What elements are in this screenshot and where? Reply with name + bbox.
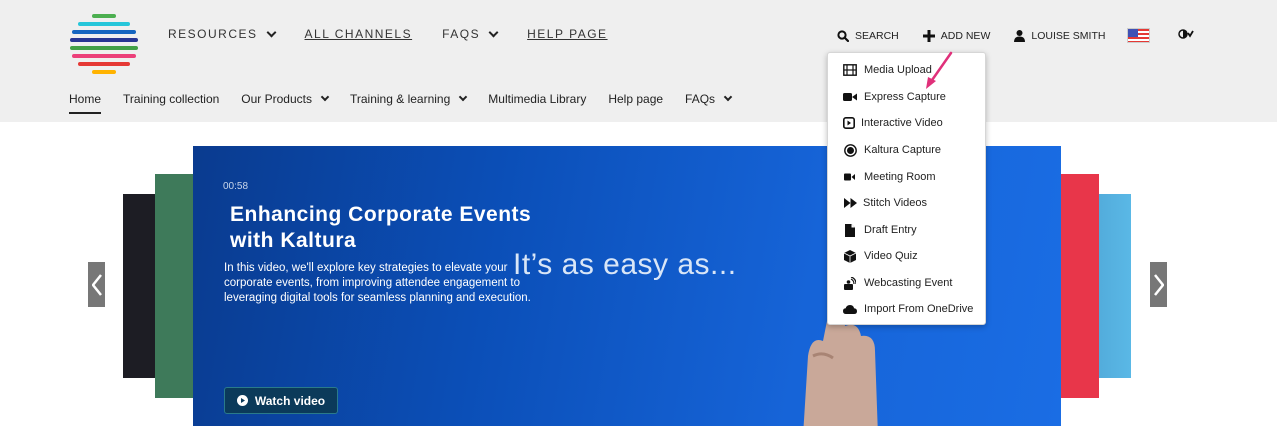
video-duration: 00:58 <box>223 181 249 192</box>
search-icon <box>837 29 849 42</box>
menu-item-label: Video Quiz <box>864 250 918 262</box>
hero-description: In this video, we'll explore key strateg… <box>224 262 531 304</box>
site-header: RESOURCES ALL CHANNELS FAQS HELP PAGE Ho… <box>0 0 1277 122</box>
menu-item-label: Stitch Videos <box>863 197 928 209</box>
top-nav: RESOURCES ALL CHANNELS FAQS HELP PAGE <box>168 27 638 41</box>
contrast-toggle-icon <box>1178 29 1195 42</box>
carousel-next-button[interactable] <box>1150 262 1167 307</box>
top-nav-all-channels[interactable]: ALL CHANNELS <box>305 27 413 41</box>
hero-overlay-text: It’s as easy as... <box>513 248 737 281</box>
watch-video-button[interactable]: Watch video <box>224 387 338 414</box>
user-name: LOUISE SMITH <box>1031 29 1106 42</box>
menu-item-interactive-video[interactable]: Interactive Video <box>842 116 943 130</box>
header-actions: SEARCH ADD NEW LOUISE SMITH <box>837 28 1195 43</box>
top-nav-resources[interactable]: RESOURCES <box>168 27 276 41</box>
chevron-right-icon <box>1153 273 1164 296</box>
sub-nav-our-products[interactable]: Our Products <box>241 92 330 106</box>
carousel-prev-button[interactable] <box>88 262 105 307</box>
menu-item-express-capture[interactable]: Express Capture <box>843 90 946 104</box>
broadcast-icon <box>843 276 857 290</box>
file-icon <box>843 223 857 237</box>
search-label: SEARCH <box>855 29 899 42</box>
us-flag-icon <box>1127 28 1151 43</box>
top-nav-help-page[interactable]: HELP PAGE <box>527 27 607 41</box>
record-icon <box>843 143 857 157</box>
menu-item-kaltura-capture[interactable]: Kaltura Capture <box>843 143 941 157</box>
top-nav-label: HELP PAGE <box>527 27 608 41</box>
chevron-down-icon <box>488 27 499 37</box>
sub-nav-help-page[interactable]: Help page <box>608 92 663 106</box>
menu-item-label: Meeting Room <box>864 171 936 183</box>
add-new-menu: Media Upload Express Capture Interactive… <box>827 52 986 325</box>
top-nav-label: RESOURCES <box>168 27 258 41</box>
sub-nav: Home Training collection Our Products Tr… <box>69 92 753 114</box>
sub-nav-label: Training collection <box>123 92 220 106</box>
video-camera-icon <box>843 90 857 104</box>
sub-nav-home[interactable]: Home <box>69 92 102 114</box>
chevron-down-icon <box>266 27 276 37</box>
add-new-label: ADD NEW <box>940 29 991 42</box>
hero-title: Enhancing Corporate Events with Kaltura <box>230 203 532 252</box>
play-square-icon <box>842 116 856 130</box>
menu-item-meeting-room[interactable]: Meeting Room <box>843 170 936 184</box>
contrast-toggle-button[interactable] <box>1178 29 1195 42</box>
menu-item-webcasting-event[interactable]: Webcasting Event <box>843 276 952 290</box>
chevron-left-icon <box>91 273 102 296</box>
chevron-down-icon <box>320 92 330 102</box>
pointer-arrow-annotation <box>926 51 953 89</box>
language-selector[interactable] <box>1127 28 1151 43</box>
sub-nav-label: Our Products <box>241 92 312 106</box>
menu-item-stitch-videos[interactable]: Stitch Videos <box>843 196 927 210</box>
sub-nav-label: Home <box>69 92 102 106</box>
sub-nav-multimedia-library[interactable]: Multimedia Library <box>488 92 586 106</box>
chevron-down-icon <box>459 92 468 102</box>
film-icon <box>843 63 857 77</box>
site-logo[interactable] <box>70 14 138 86</box>
menu-item-label: Import From OneDrive <box>864 303 974 315</box>
menu-item-label: Express Capture <box>864 91 946 103</box>
cloud-icon <box>843 302 857 316</box>
top-nav-faqs[interactable]: FAQS <box>442 27 499 41</box>
sub-nav-label: Help page <box>608 92 664 106</box>
menu-item-draft-entry[interactable]: Draft Entry <box>843 223 917 237</box>
menu-item-import-onedrive[interactable]: Import From OneDrive <box>843 302 973 316</box>
menu-item-label: Webcasting Event <box>864 277 953 289</box>
watch-video-label: Watch video <box>254 393 326 408</box>
next-slide-red <box>1061 174 1099 398</box>
hero-carousel: 00:58 Enhancing Corporate Events with Ka… <box>0 122 1277 426</box>
sub-nav-label: Training & learning <box>350 92 451 106</box>
menu-item-label: Interactive Video <box>861 117 943 129</box>
menu-item-video-quiz[interactable]: Video Quiz <box>843 249 918 263</box>
menu-item-label: Kaltura Capture <box>864 144 942 156</box>
sub-nav-training-learning[interactable]: Training & learning <box>350 92 468 106</box>
top-nav-label: ALL CHANNELS <box>304 27 413 41</box>
user-icon <box>1014 29 1026 42</box>
sub-nav-training-collection[interactable]: Training collection <box>123 92 219 106</box>
search-button[interactable]: SEARCH <box>837 30 899 42</box>
top-nav-label: FAQS <box>442 27 481 41</box>
add-new-button[interactable]: ADD NEW <box>922 29 991 42</box>
sub-nav-faqs[interactable]: FAQs <box>685 92 733 106</box>
user-menu-button[interactable]: LOUISE SMITH <box>1014 29 1106 42</box>
fast-forward-icon <box>843 196 857 210</box>
cube-icon <box>843 249 857 263</box>
video-call-icon <box>843 170 857 184</box>
sub-nav-label: Multimedia Library <box>488 92 587 106</box>
plus-icon <box>922 29 935 42</box>
play-circle-icon <box>236 395 248 406</box>
sub-nav-label: FAQs <box>685 92 716 106</box>
chevron-down-icon <box>723 92 733 102</box>
menu-item-label: Draft Entry <box>864 224 917 236</box>
